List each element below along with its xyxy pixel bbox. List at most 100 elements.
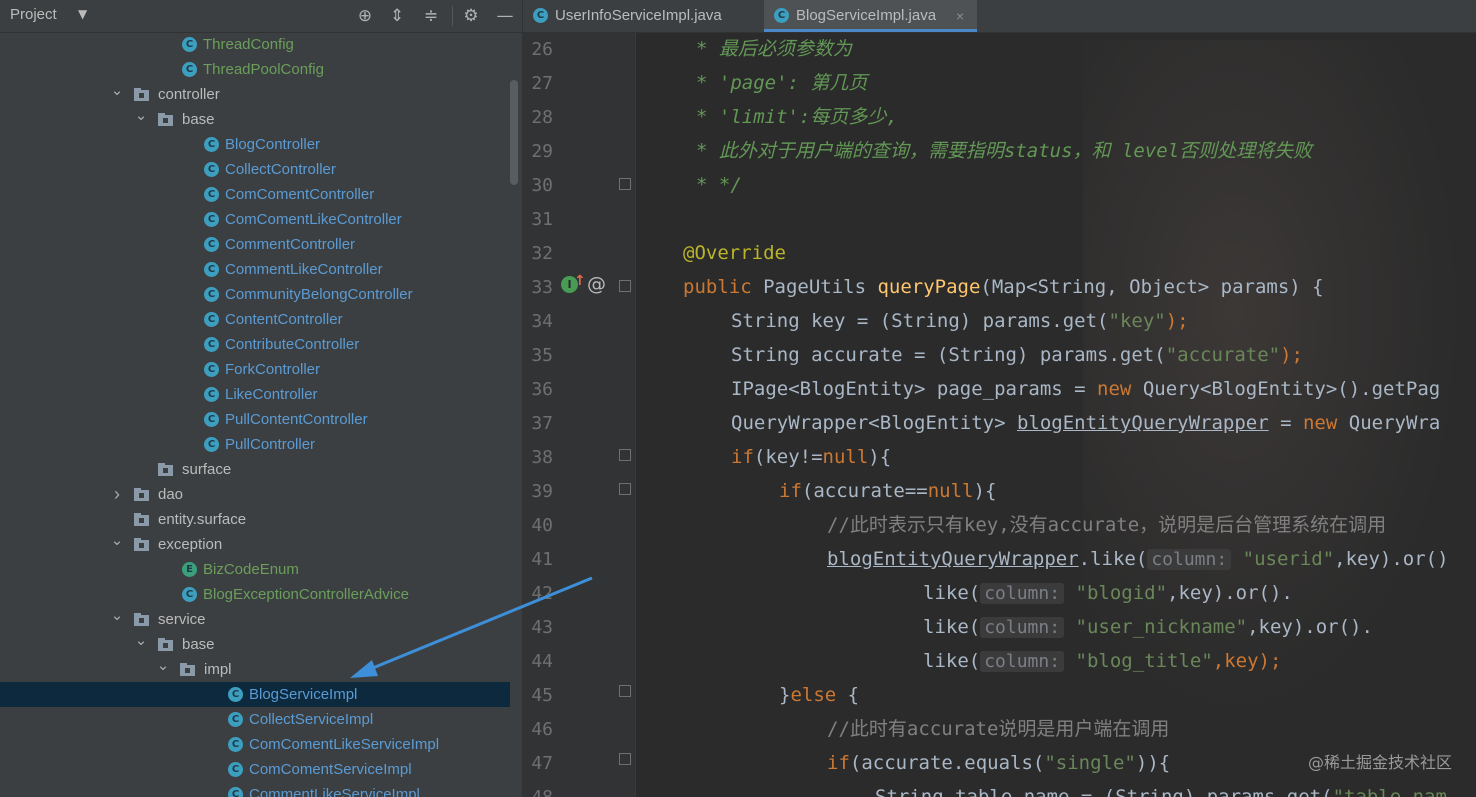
tree-item-impl[interactable]: ⌄ impl (0, 657, 510, 682)
tree-item-label: CommentLikeController (225, 261, 383, 278)
project-scrollbar[interactable] (510, 80, 518, 185)
class-icon: C (533, 8, 548, 23)
tree-item-commentlikeserviceimpl[interactable]: C CommentLikeServiceImpl (0, 782, 510, 797)
code-line-36[interactable]: IPage<BlogEntity> page_params = new Quer… (731, 377, 1440, 401)
tree-item-surface[interactable]: surface (0, 457, 510, 482)
class-icon: C (204, 137, 219, 152)
tree-item-entity-surface[interactable]: entity.surface (0, 507, 510, 532)
code-line-43[interactable]: like(column: "user_nickname",key).or(). (923, 615, 1373, 640)
code-line-30[interactable]: * */ (696, 173, 742, 197)
code-line-44[interactable]: like(column: "blog_title",key); (923, 649, 1281, 674)
tree-item-comcomentlikeserviceimpl[interactable]: C ComComentLikeServiceImpl (0, 732, 510, 757)
code-line-27[interactable]: * 'page': 第几页 (696, 71, 867, 95)
tree-item-collectserviceimpl[interactable]: C CollectServiceImpl (0, 707, 510, 732)
keyword-token: if (827, 752, 850, 774)
code-line-41[interactable]: blogEntityQueryWrapper.like(column: "use… (827, 547, 1449, 572)
chevron-down-icon[interactable]: ⌄ (134, 628, 148, 653)
tree-item-likecontroller[interactable]: C LikeController (0, 382, 510, 407)
chevron-down-icon[interactable]: ⌄ (110, 528, 124, 553)
folder-icon (134, 538, 149, 551)
code-line-47[interactable]: if(accurate.equals("single")){ (827, 751, 1170, 775)
chevron-down-icon[interactable]: ▼ (78, 7, 87, 21)
code-token: ,key).or() (1334, 548, 1449, 570)
tree-item-threadconfig[interactable]: C ThreadConfig (0, 32, 510, 57)
tree-item-pullcontentcontroller[interactable]: C PullContentController (0, 407, 510, 432)
line-number: 26 (531, 39, 553, 60)
fold-marker-icon[interactable] (619, 449, 631, 461)
line-number: 29 (531, 141, 553, 162)
tree-item-base[interactable]: ⌄ base (0, 632, 510, 657)
tree-item-contributecontroller[interactable]: C ContributeController (0, 332, 510, 357)
code-line-28[interactable]: * 'limit':每页多少, (696, 105, 898, 129)
code-line-34[interactable]: String key = (String) params.get("key"); (731, 309, 1189, 333)
string-token: "accurate" (1165, 344, 1281, 366)
tree-item-commentcontroller[interactable]: C CommentController (0, 232, 510, 257)
tree-item-blogexceptioncontrolleradvice[interactable]: C BlogExceptionControllerAdvice (0, 582, 510, 607)
annotation-token: @Override (683, 242, 786, 264)
annotation-marker-icon[interactable]: @ (587, 273, 606, 295)
tree-item-dao[interactable]: › dao (0, 482, 510, 507)
class-icon: C (774, 8, 789, 23)
tree-item-comcomentcontroller[interactable]: C ComComentController (0, 182, 510, 207)
chevron-right-icon[interactable]: › (110, 482, 124, 507)
code-token: Query<BlogEntity>().getPag (1142, 378, 1441, 400)
fold-marker-icon[interactable] (619, 685, 631, 697)
code-token: ,key).or(). (1247, 616, 1373, 638)
class-icon: C (228, 687, 243, 702)
tree-item-label: ThreadConfig (203, 36, 294, 53)
code-line-33[interactable]: public PageUtils queryPage(Map<String, O… (683, 275, 1324, 299)
code-line-38[interactable]: if(key!=null){ (731, 445, 891, 469)
chevron-down-icon[interactable]: ⌄ (110, 78, 124, 103)
tree-item-controller[interactable]: ⌄ controller (0, 82, 510, 107)
locate-icon[interactable]: ⊕ (354, 5, 376, 27)
code-line-29[interactable]: * 此外对于用户端的查询，需要指明status，和 level否则处理将失败 (696, 139, 1312, 163)
close-icon[interactable]: × (956, 0, 964, 32)
gear-icon[interactable]: ⚙ (460, 5, 482, 27)
tree-item-forkcontroller[interactable]: C ForkController (0, 357, 510, 382)
tab-userinfoserviceimpl[interactable]: C UserInfoServiceImpl.java (523, 0, 763, 32)
fold-marker-icon[interactable] (619, 753, 631, 765)
tree-item-comcomentlikecontroller[interactable]: C ComComentLikeController (0, 207, 510, 232)
code-line-48[interactable]: String table_name = (String) params.get(… (875, 785, 1447, 797)
code-line-46[interactable]: //此时有accurate说明是用户端在调用 (827, 717, 1169, 741)
code-line-37[interactable]: QueryWrapper<BlogEntity> blogEntityQuery… (731, 411, 1440, 435)
tree-item-service[interactable]: ⌄ service (0, 607, 510, 632)
collapse-all-icon[interactable]: ≑ (420, 5, 442, 27)
tree-item-blogserviceimpl[interactable]: C BlogServiceImpl (0, 682, 510, 707)
fold-marker-icon[interactable] (619, 483, 631, 495)
tab-blogserviceimpl[interactable]: C BlogServiceImpl.java × (764, 0, 977, 32)
fold-marker-icon[interactable] (619, 178, 631, 190)
chevron-down-icon[interactable]: ⌄ (156, 653, 170, 678)
code-line-45[interactable]: }else { (779, 683, 859, 707)
tree-item-commentlikecontroller[interactable]: C CommentLikeController (0, 257, 510, 282)
tree-item-contentcontroller[interactable]: C ContentController (0, 307, 510, 332)
tree-item-comcomentserviceimpl[interactable]: C ComComentServiceImpl (0, 757, 510, 782)
tree-item-bizcodeenum[interactable]: E BizCodeEnum (0, 557, 510, 582)
class-icon: C (204, 362, 219, 377)
project-view-selector[interactable]: Project (10, 6, 57, 23)
code-line-32[interactable]: @Override (683, 241, 786, 265)
code-line-39[interactable]: if(accurate==null){ (779, 479, 996, 503)
fold-marker-icon[interactable] (619, 280, 631, 292)
tree-item-label: entity.surface (158, 511, 247, 528)
tree-item-blogcontroller[interactable]: C BlogController (0, 132, 510, 157)
tree-item-pullcontroller[interactable]: C PullController (0, 432, 510, 457)
code-line-35[interactable]: String accurate = (String) params.get("a… (731, 343, 1303, 367)
line-number: 45 (531, 685, 553, 706)
minimize-icon[interactable]: — (494, 5, 516, 27)
line-number: 42 (531, 583, 553, 604)
folder-icon (134, 513, 149, 526)
class-icon: C (204, 262, 219, 277)
line-number: 43 (531, 617, 553, 638)
tree-item-base[interactable]: ⌄ base (0, 107, 510, 132)
tree-item-communitybelongcontroller[interactable]: C CommunityBelongController (0, 282, 510, 307)
code-line-40[interactable]: //此时表示只有key,没有accurate，说明是后台管理系统在调用 (827, 513, 1386, 537)
code-line-26[interactable]: * 最后必须参数为 (696, 37, 852, 61)
tree-item-collectcontroller[interactable]: C CollectController (0, 157, 510, 182)
code-line-42[interactable]: like(column: "blogid",key).or(). (923, 581, 1293, 606)
chevron-down-icon[interactable]: ⌄ (134, 103, 148, 128)
expand-all-icon[interactable]: ⇕ (386, 5, 408, 27)
tree-item-threadpoolconfig[interactable]: C ThreadPoolConfig (0, 57, 510, 82)
tree-item-exception[interactable]: ⌄ exception (0, 532, 510, 557)
chevron-down-icon[interactable]: ⌄ (110, 603, 124, 628)
